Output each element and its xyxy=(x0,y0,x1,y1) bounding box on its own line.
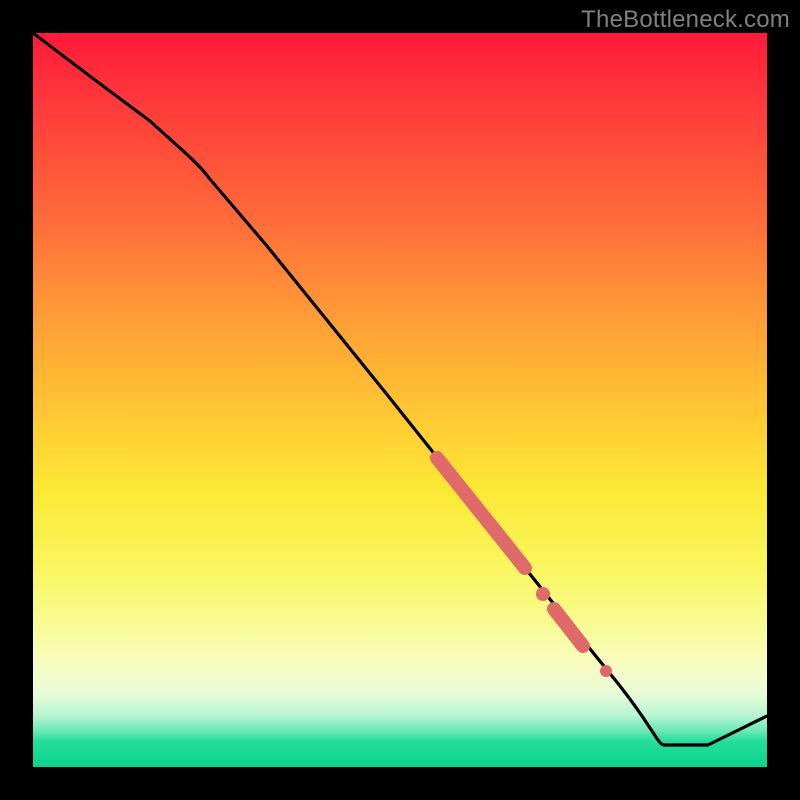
highlight-dot-2 xyxy=(600,665,612,677)
bottleneck-curve xyxy=(33,33,767,745)
highlight-band-1 xyxy=(437,458,525,568)
highlight-band-2 xyxy=(554,609,583,646)
watermark-text: TheBottleneck.com xyxy=(581,6,790,34)
chart-frame: TheBottleneck.com xyxy=(0,0,800,800)
plot-area xyxy=(33,33,767,767)
chart-svg xyxy=(33,33,767,767)
highlight-dot-1 xyxy=(536,587,550,601)
